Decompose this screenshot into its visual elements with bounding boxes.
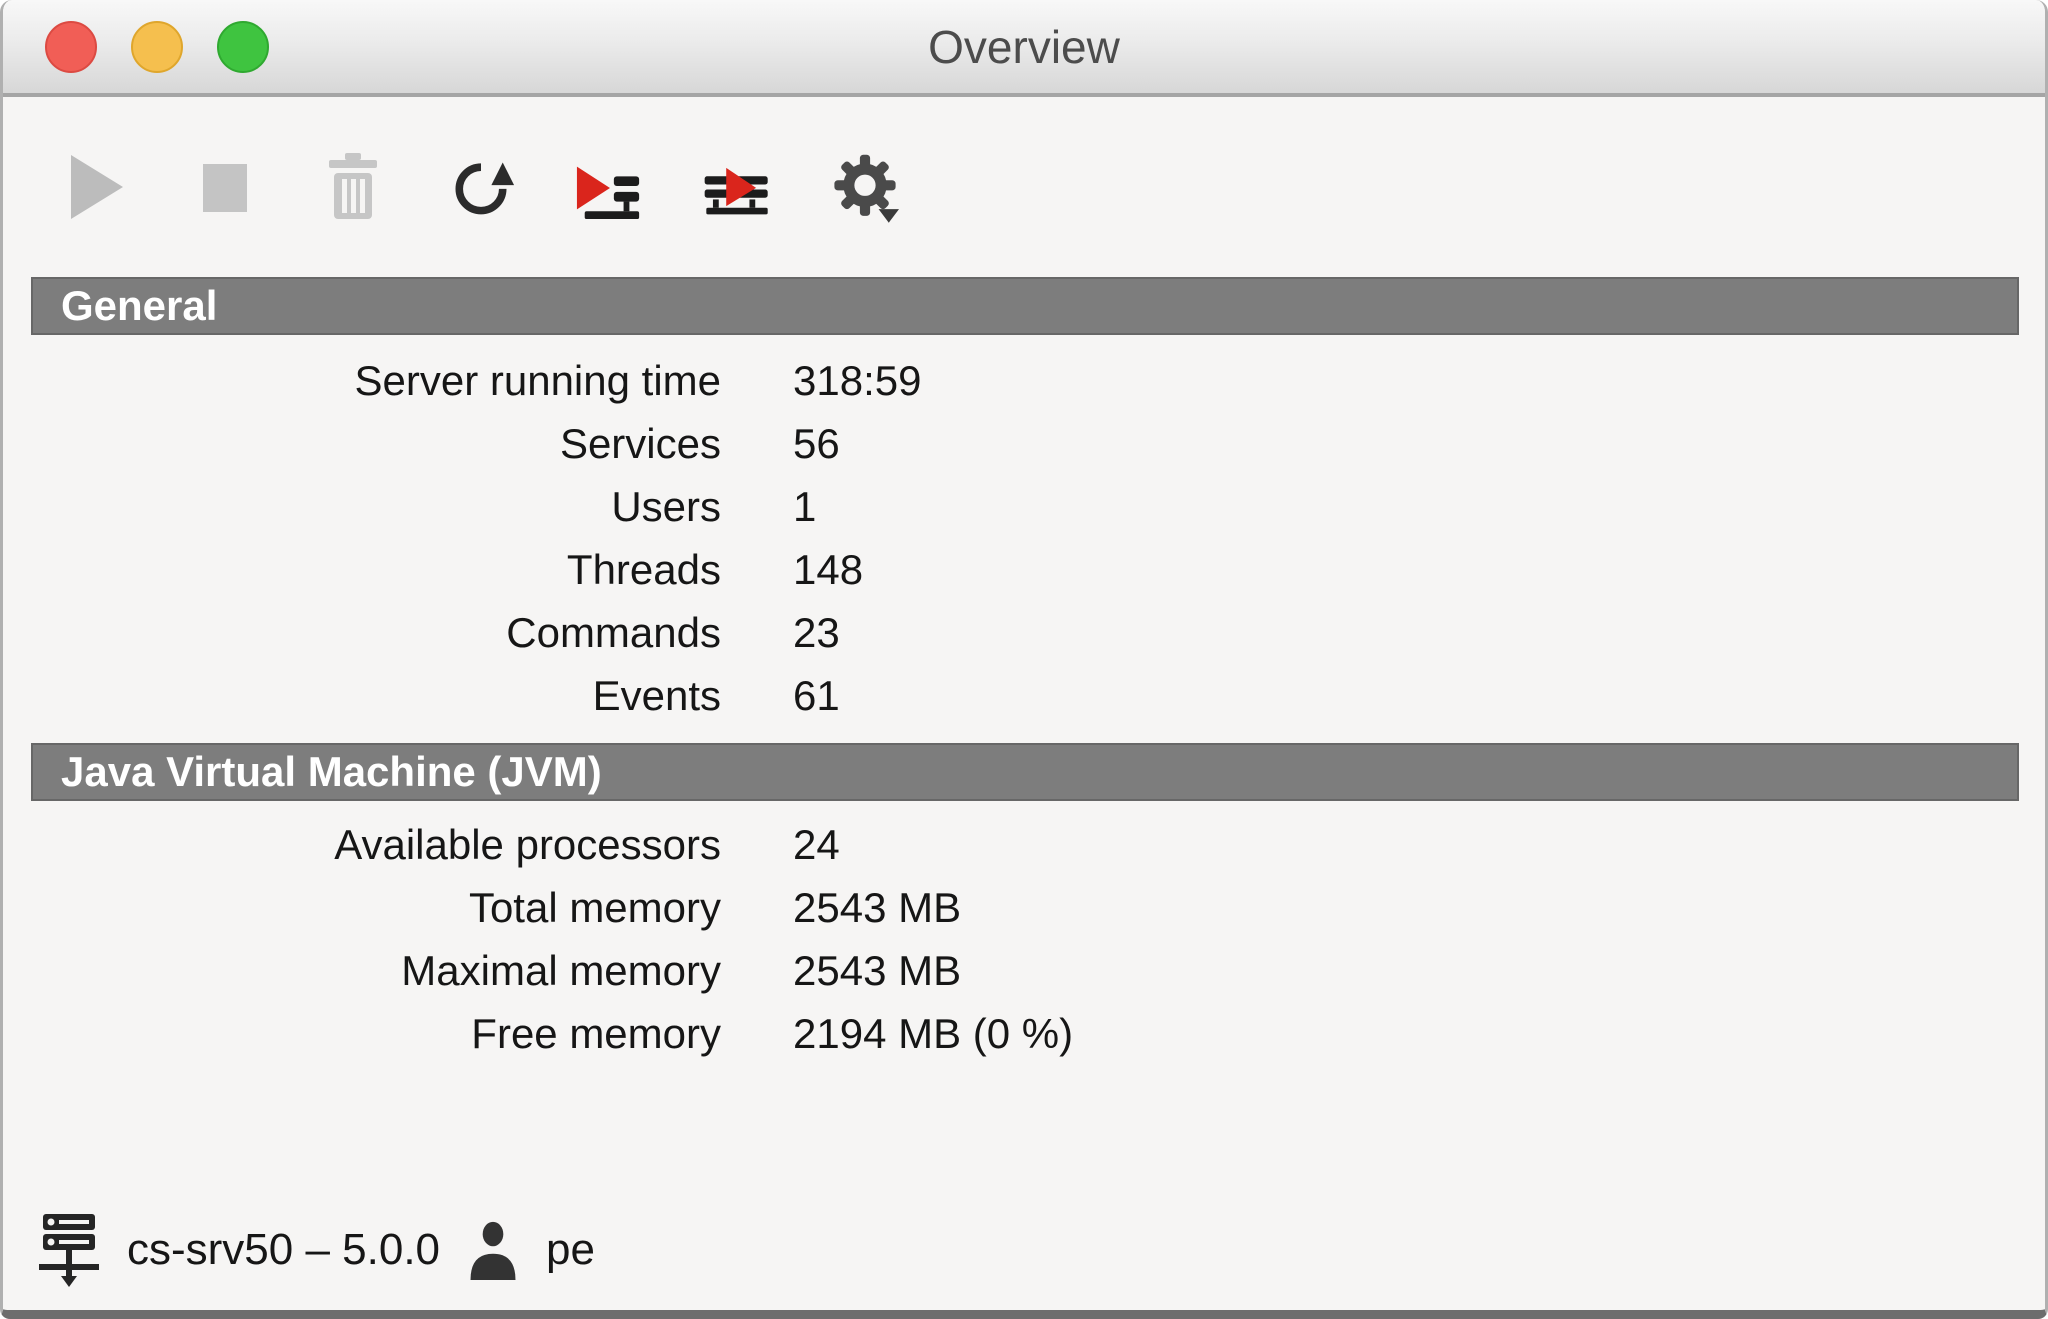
status-bar: cs-srv50 – 5.0.0 pe [37, 1212, 595, 1288]
stat-label: Users [33, 483, 721, 531]
table-row: Server running time 318:59 [3, 349, 2045, 412]
app-window: Overview [0, 0, 2048, 1319]
stat-value: 1 [793, 483, 2045, 531]
stat-value: 24 [793, 821, 2045, 869]
play-list-icon [575, 150, 643, 224]
section-title: General [61, 282, 217, 330]
table-row: Total memory 2543 MB [3, 876, 2045, 939]
user-label: pe [546, 1225, 595, 1275]
start-button[interactable] [63, 145, 131, 229]
user-icon [466, 1220, 520, 1280]
table-row: Commands 23 [3, 601, 2045, 664]
close-button[interactable] [45, 21, 97, 73]
table-row: Users 1 [3, 475, 2045, 538]
stat-label: Events [33, 672, 721, 720]
stat-label: Maximal memory [33, 947, 721, 995]
section-header-jvm: Java Virtual Machine (JVM) [31, 743, 2019, 801]
table-row: Free memory 2194 MB (0 %) [3, 1002, 2045, 1065]
table-row: Events 61 [3, 664, 2045, 727]
start-service-button[interactable] [575, 145, 643, 229]
server-label: cs-srv50 – 5.0.0 [127, 1225, 440, 1275]
title-bar[interactable]: Overview [3, 0, 2045, 97]
stop-icon [197, 152, 253, 222]
stat-value: 2543 MB [793, 884, 2045, 932]
settings-menu-button[interactable] [831, 145, 899, 229]
delete-button[interactable] [319, 145, 387, 229]
play-through-list-icon [703, 150, 771, 224]
section-gap [3, 727, 2045, 743]
stop-button[interactable] [191, 145, 259, 229]
server-icon [37, 1212, 101, 1288]
gear-dropdown-icon [831, 143, 899, 231]
refresh-button[interactable] [447, 145, 515, 229]
stat-value: 148 [793, 546, 2045, 594]
stat-label: Available processors [33, 821, 721, 869]
section-title: Java Virtual Machine (JVM) [61, 748, 602, 796]
minimize-button[interactable] [131, 21, 183, 73]
table-row: Available processors 24 [3, 813, 2045, 876]
general-rows: Server running time 318:59 Services 56 U… [3, 335, 2045, 727]
stat-label: Server running time [33, 357, 721, 405]
traffic-lights [45, 0, 269, 93]
stat-value: 23 [793, 609, 2045, 657]
stat-value: 2194 MB (0 %) [793, 1010, 2045, 1058]
stat-label: Threads [33, 546, 721, 594]
trash-icon [323, 151, 383, 223]
section-header-general: General [31, 277, 2019, 335]
toolbar [3, 97, 2045, 277]
window-title: Overview [928, 20, 1120, 74]
stat-value: 56 [793, 420, 2045, 468]
table-row: Services 56 [3, 412, 2045, 475]
table-row: Maximal memory 2543 MB [3, 939, 2045, 1002]
refresh-icon [447, 149, 515, 225]
restart-service-button[interactable] [703, 145, 771, 229]
stat-label: Free memory [33, 1010, 721, 1058]
stat-label: Services [33, 420, 721, 468]
stat-label: Total memory [33, 884, 721, 932]
zoom-button[interactable] [217, 21, 269, 73]
stat-label: Commands [33, 609, 721, 657]
table-row: Threads 148 [3, 538, 2045, 601]
stat-value: 2543 MB [793, 947, 2045, 995]
play-icon [67, 152, 127, 222]
jvm-rows: Available processors 24 Total memory 254… [3, 801, 2045, 1065]
stat-value: 318:59 [793, 357, 2045, 405]
stat-value: 61 [793, 672, 2045, 720]
